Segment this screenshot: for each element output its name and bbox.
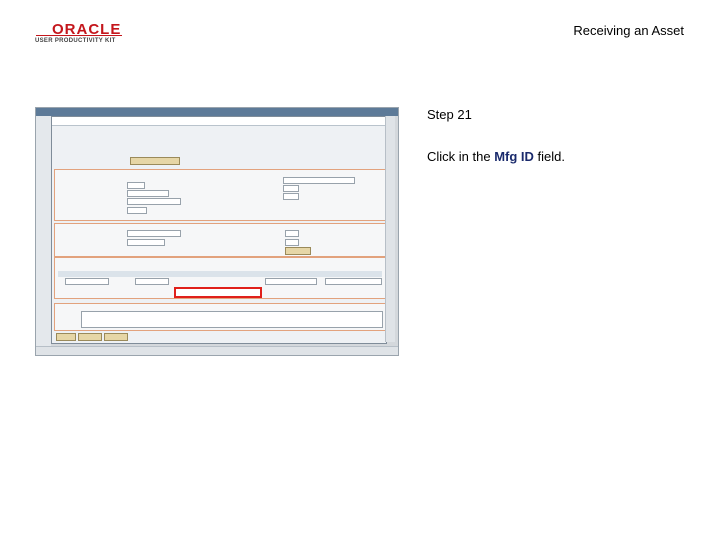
- step-number: Step 21: [427, 107, 472, 122]
- logo-divider: [36, 35, 122, 36]
- apply-defaults-section: [54, 223, 386, 257]
- application-screenshot: [35, 107, 399, 356]
- app-nav-bar: [36, 108, 398, 116]
- instruction-field-name: Mfg ID: [494, 149, 534, 164]
- default-field-2[interactable]: [285, 230, 299, 237]
- refresh-button[interactable]: [104, 333, 128, 341]
- ok-button[interactable]: [56, 333, 76, 341]
- distribution-field[interactable]: [127, 182, 145, 189]
- cancel-button[interactable]: [78, 333, 102, 341]
- next-asset-button[interactable]: [130, 157, 180, 165]
- step-instruction: Click in the Mfg ID field.: [427, 149, 565, 164]
- mfg-id-field-highlight[interactable]: [174, 287, 262, 298]
- default-select[interactable]: [127, 230, 181, 237]
- app-left-column: [36, 116, 51, 346]
- distribution-select[interactable]: [283, 177, 355, 184]
- document-title: Receiving an Asset: [573, 23, 684, 38]
- instruction-prefix: Click in the: [427, 149, 495, 164]
- distribution-field-5[interactable]: [283, 185, 299, 192]
- distribution-field-6[interactable]: [283, 193, 299, 200]
- default-field[interactable]: [127, 239, 165, 246]
- horizontal-scrollbar[interactable]: [36, 346, 398, 355]
- distribution-field-3[interactable]: [127, 198, 181, 205]
- asset-row-field-4[interactable]: [325, 278, 382, 285]
- comment-section: [54, 303, 386, 331]
- asset-management-dialog: [51, 116, 387, 344]
- apply-button[interactable]: [285, 247, 311, 255]
- instruction-suffix: field.: [533, 149, 565, 164]
- asset-row-field-3[interactable]: [265, 278, 317, 285]
- comment-textarea[interactable]: [81, 311, 383, 328]
- vertical-scrollbar[interactable]: [385, 116, 395, 342]
- asset-row-field-2[interactable]: [135, 278, 169, 285]
- default-field-3[interactable]: [285, 239, 299, 246]
- dialog-title-bar: [52, 117, 386, 126]
- distribution-section: [54, 169, 386, 221]
- asset-grid-header: [58, 271, 382, 277]
- distribution-field-2[interactable]: [127, 190, 169, 197]
- asset-row-field-1[interactable]: [65, 278, 109, 285]
- upk-logo-subtitle: USER PRODUCTIVITY KIT: [35, 38, 116, 44]
- distribution-field-4[interactable]: [127, 207, 147, 214]
